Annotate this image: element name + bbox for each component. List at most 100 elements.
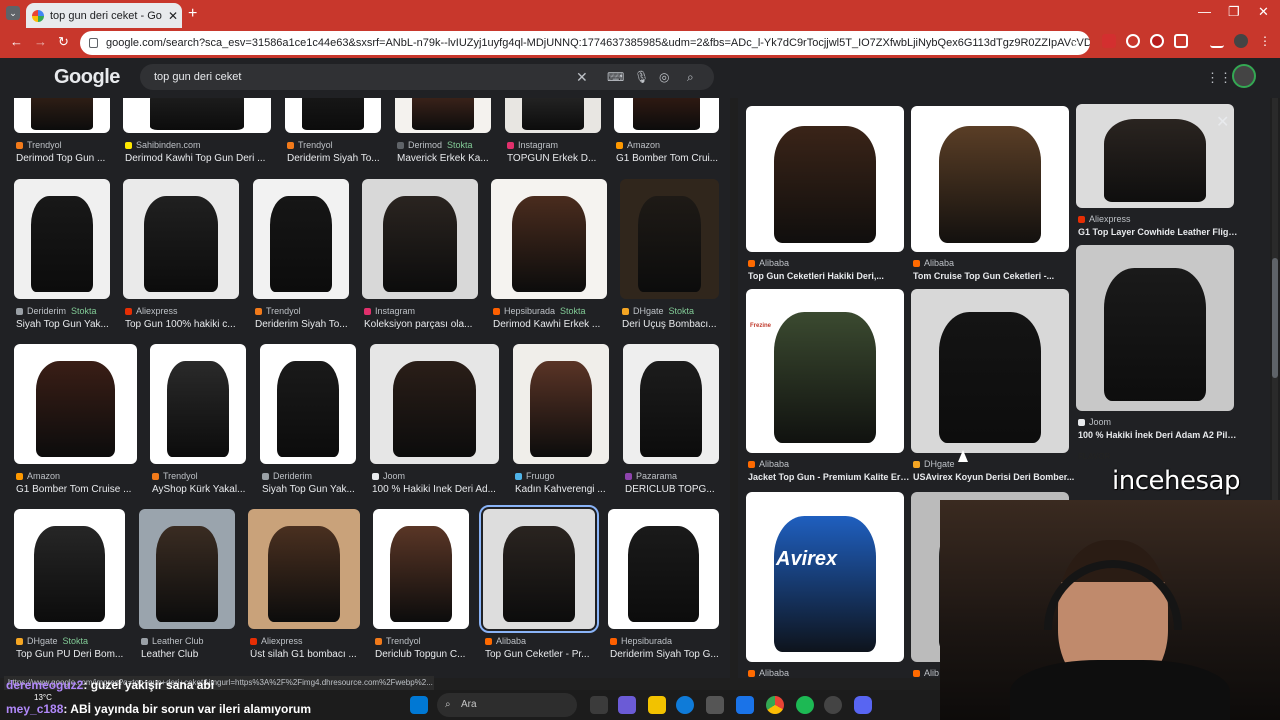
related-title[interactable]: G1 Top Layer Cowhide Leather Flight... — [1078, 227, 1240, 237]
related-thumbnail[interactable] — [1076, 245, 1234, 411]
image-result-card[interactable]: Derimod Stokta Maverick Erkek Ka... — [395, 98, 491, 173]
maximize-icon[interactable]: ❐ — [1228, 4, 1240, 20]
result-source[interactable]: Derimod Stokta — [397, 140, 473, 150]
image-result-card[interactable]: Aliexpress Üst silah G1 bombacı ... — [248, 509, 360, 669]
result-title[interactable]: Kadın Kahverengi ... — [515, 484, 631, 495]
result-title[interactable]: Dericlub Topgun C... — [375, 649, 491, 660]
result-thumbnail[interactable] — [362, 179, 478, 299]
obs-icon[interactable] — [824, 696, 842, 714]
preview-related-card[interactable]: Alibaba — [746, 492, 904, 678]
result-source[interactable]: Trendyol — [16, 140, 62, 150]
browser-menu-icon[interactable]: ⋮ — [1258, 34, 1272, 48]
related-source[interactable]: Aliexpress — [1078, 214, 1131, 224]
app-icon[interactable] — [736, 696, 754, 714]
google-logo[interactable]: Google — [54, 66, 120, 89]
account-avatar[interactable] — [1232, 64, 1256, 88]
taskbar-search[interactable]: ⌕ Ara — [437, 693, 577, 717]
puzzle-extensions-icon[interactable] — [1174, 34, 1188, 48]
related-thumbnail[interactable] — [746, 289, 904, 453]
related-title[interactable]: USAvirex Koyun Derisi Deri Bomber... — [913, 472, 1075, 482]
image-result-card[interactable]: Deriderim Siyah Top Gun Yak... — [260, 344, 356, 504]
result-title[interactable]: Deriderim Siyah To... — [255, 319, 371, 330]
image-result-card[interactable]: Hepsiburada Stokta Derimod Kawhi Erkek ... — [491, 179, 607, 339]
image-result-card[interactable]: Trendyol Deriderim Siyah To... — [253, 179, 349, 339]
related-title[interactable]: Jacket Top Gun - Premium Kalite Erkek... — [748, 472, 910, 482]
result-source[interactable]: Amazon — [16, 471, 60, 481]
result-source[interactable]: Hepsiburada Stokta — [493, 306, 586, 316]
discord-icon[interactable] — [854, 696, 872, 714]
new-tab-button[interactable]: + — [188, 5, 197, 23]
result-thumbnail[interactable] — [373, 509, 469, 629]
result-thumbnail[interactable] — [14, 344, 137, 464]
related-source[interactable]: Joom — [1078, 417, 1111, 427]
image-result-card[interactable]: Leather Club Leather Club — [139, 509, 235, 669]
result-title[interactable]: Top Gun PU Deri Bom... — [16, 649, 147, 660]
forward-icon[interactable]: → — [34, 34, 47, 49]
image-result-card[interactable]: Hepsiburada Deriderim Siyah Top G... — [608, 509, 719, 669]
copilot-icon[interactable] — [618, 696, 636, 714]
weather-widget[interactable]: 13°C — [34, 693, 52, 702]
result-thumbnail[interactable] — [123, 98, 271, 133]
close-tab-icon[interactable]: ✕ — [168, 9, 178, 23]
clear-icon[interactable]: ✕ — [576, 64, 588, 90]
related-source[interactable]: Alibaba — [748, 668, 789, 678]
related-source[interactable]: Alibaba — [748, 258, 789, 268]
result-title[interactable]: Üst silah G1 bombacı ... — [250, 649, 382, 660]
result-title[interactable]: Derimod Kawhi Erkek ... — [493, 319, 629, 330]
result-source[interactable]: Trendyol — [287, 140, 333, 150]
store-icon[interactable] — [706, 696, 724, 714]
image-result-card[interactable]: Alibaba Top Gun Ceketler - Pr... — [479, 505, 599, 669]
image-result-card[interactable]: Pazarama DERICLUB TOPG... — [623, 344, 719, 504]
tab-search-icon[interactable]: ⌄ — [6, 6, 20, 20]
address-bar[interactable]: google.com/search?sca_esv=31586a1ce1c44e… — [80, 31, 1090, 55]
windows-start-icon[interactable] — [410, 696, 428, 714]
chrome-icon[interactable] — [766, 696, 784, 714]
result-source[interactable]: Aliexpress — [125, 306, 178, 316]
result-source[interactable]: Sahibinden.com — [125, 140, 201, 150]
keyboard-icon[interactable]: ⌨ — [607, 64, 624, 90]
result-title[interactable]: Top Gun 100% hakiki c... — [125, 319, 261, 330]
search-icon[interactable]: ⌕ — [687, 64, 694, 90]
result-title[interactable]: Top Gun Ceketler - Pr... — [485, 649, 617, 660]
result-title[interactable]: Koleksiyon parçası ola... — [364, 319, 500, 330]
result-source[interactable]: Amazon — [616, 140, 660, 150]
result-thumbnail[interactable] — [491, 179, 607, 299]
result-thumbnail[interactable] — [253, 179, 349, 299]
result-title[interactable]: Siyah Top Gun Yak... — [16, 319, 132, 330]
image-result-card[interactable]: DHgate Stokta Top Gun PU Deri Bom... — [14, 509, 125, 669]
result-source[interactable]: Trendyol — [375, 636, 421, 646]
result-title[interactable]: Deriderim Siyah To... — [287, 153, 403, 164]
profile-avatar[interactable] — [1234, 34, 1248, 48]
image-result-card[interactable]: Trendyol Deriderim Siyah To... — [285, 98, 381, 173]
related-source[interactable]: DHgate — [913, 459, 955, 469]
related-source[interactable]: Alibaba — [913, 258, 954, 268]
result-source[interactable]: Fruugo — [515, 471, 555, 481]
related-thumbnail[interactable] — [911, 289, 1069, 453]
media-control-icon[interactable] — [1210, 34, 1224, 48]
related-source[interactable]: Alib — [913, 668, 939, 678]
preview-related-card[interactable]: Alibaba Jacket Top Gun - Premium Kalite E… — [746, 289, 910, 489]
image-result-card[interactable]: Trendyol AyShop Kürk Yakal... — [150, 344, 246, 504]
reload-icon[interactable]: ↻ — [58, 34, 69, 50]
image-result-card[interactable]: DHgate Stokta Deri Uçuş Bombacı... — [620, 179, 719, 339]
result-thumbnail[interactable] — [139, 509, 235, 629]
result-source[interactable]: DHgate Stokta — [622, 306, 694, 316]
spotify-icon[interactable] — [796, 696, 814, 714]
result-thumbnail[interactable] — [123, 179, 239, 299]
image-result-card[interactable]: Deriderim Stokta Siyah Top Gun Yak... — [14, 179, 110, 339]
result-title[interactable]: 100 % Hakiki İnek Deri Ad... — [372, 484, 521, 495]
related-thumbnail[interactable] — [746, 106, 904, 252]
image-result-card[interactable]: Sahibinden.com Derimod Kawhi Top Gun Deri… — [123, 98, 271, 173]
result-source[interactable]: Pazarama — [625, 471, 677, 481]
result-title[interactable]: TOPGUN Erkek D... — [507, 153, 623, 164]
result-thumbnail[interactable] — [285, 98, 381, 133]
search-input[interactable]: top gun deri ceket — [154, 71, 241, 83]
result-source[interactable]: Instagram — [507, 140, 558, 150]
result-source[interactable]: Instagram — [364, 306, 415, 316]
result-source[interactable]: Joom — [372, 471, 405, 481]
result-title[interactable]: AyShop Kürk Yakal... — [152, 484, 268, 495]
result-source[interactable]: Trendyol — [152, 471, 198, 481]
related-source[interactable]: Alibaba — [748, 459, 789, 469]
site-info-icon[interactable] — [89, 38, 98, 48]
result-thumbnail[interactable] — [513, 344, 609, 464]
